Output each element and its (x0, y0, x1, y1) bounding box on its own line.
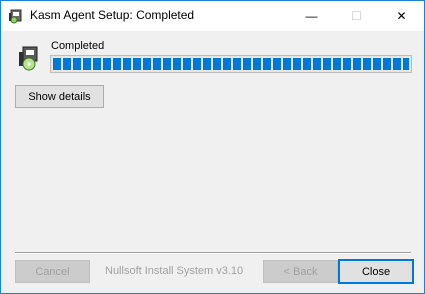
status-text: Completed (51, 40, 105, 52)
window-title: Kasm Agent Setup: Completed (30, 8, 195, 22)
installer-body: Completed Show details Cancel Nullsoft I… (1, 31, 424, 293)
title-bar[interactable]: Kasm Agent Setup: Completed — ☐ ✕ (1, 1, 424, 31)
installer-window: Kasm Agent Setup: Completed — ☐ ✕ Comple… (0, 0, 425, 294)
close-icon: ✕ (396, 9, 407, 23)
back-button: < Back (263, 260, 338, 283)
close-window-button[interactable]: ✕ (379, 1, 424, 31)
maximize-button: ☐ (334, 1, 379, 31)
minimize-button[interactable]: — (289, 1, 334, 31)
show-details-button[interactable]: Show details (15, 85, 104, 108)
progress-bar (50, 55, 412, 73)
minimize-icon: — (305, 9, 318, 23)
installer-icon (8, 8, 24, 24)
footer-separator (15, 252, 411, 254)
maximize-icon: ☐ (351, 9, 362, 23)
progress-fill (53, 58, 409, 70)
branding-text: Nullsoft Install System v3.10 (105, 265, 244, 277)
installer-disc-icon (17, 45, 43, 71)
cancel-button: Cancel (15, 260, 90, 283)
close-button[interactable]: Close (338, 259, 414, 284)
